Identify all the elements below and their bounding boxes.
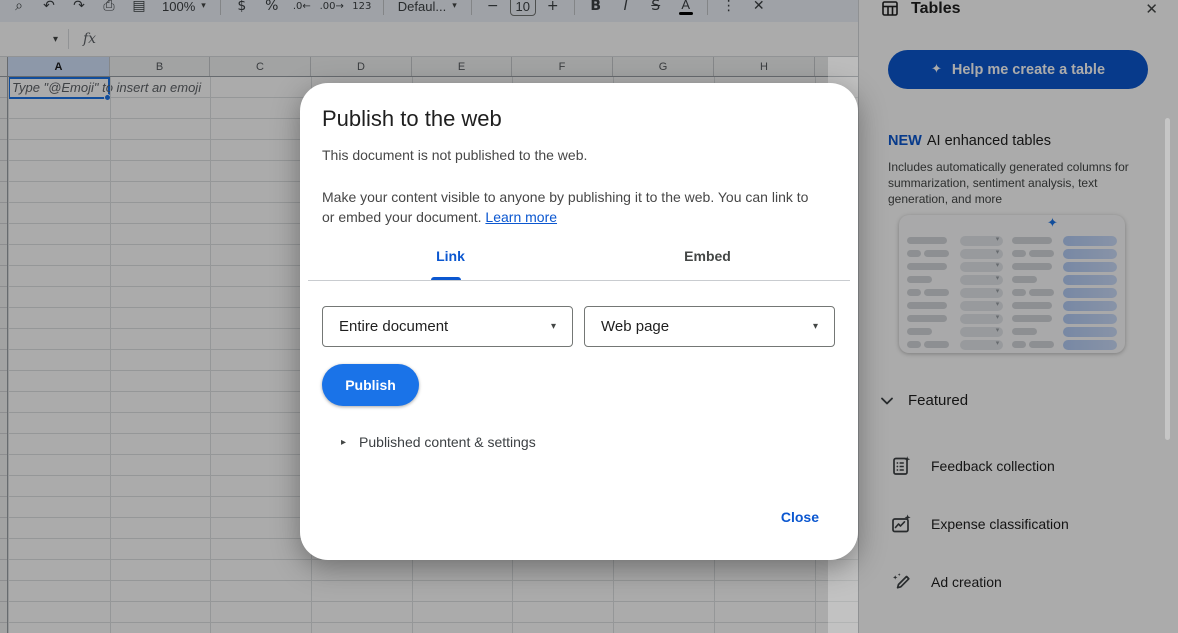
published-content-settings-disclosure[interactable]: ▸ Published content & settings bbox=[341, 434, 536, 450]
description-text: Make your content visible to anyone by p… bbox=[322, 189, 808, 225]
disclosure-label: Published content & settings bbox=[359, 434, 536, 450]
dialog-close-button[interactable]: Close bbox=[781, 509, 819, 525]
publish-status-text: This document is not published to the we… bbox=[322, 147, 587, 163]
sidebar-scrollbar-thumb[interactable] bbox=[1165, 118, 1170, 440]
chevron-down-icon: ▾ bbox=[551, 321, 556, 332]
dialog-description: Make your content visible to anyone by p… bbox=[322, 187, 824, 227]
tab-divider bbox=[308, 280, 850, 281]
disclosure-arrow-icon: ▸ bbox=[341, 437, 346, 448]
tab-link[interactable]: Link bbox=[322, 241, 579, 271]
learn-more-link[interactable]: Learn more bbox=[485, 209, 557, 225]
format-select-value: Web page bbox=[601, 318, 669, 335]
dialog-tabs: Link Embed bbox=[322, 241, 836, 271]
publish-button[interactable]: Publish bbox=[322, 364, 419, 406]
scope-select-value: Entire document bbox=[339, 318, 448, 335]
tab-embed[interactable]: Embed bbox=[579, 241, 836, 271]
publish-format-select[interactable]: Web page ▾ bbox=[584, 306, 835, 347]
chevron-down-icon: ▾ bbox=[813, 321, 818, 332]
publish-to-web-dialog: Publish to the web This document is not … bbox=[300, 83, 858, 560]
dialog-title: Publish to the web bbox=[322, 106, 502, 132]
app-window: ⌕↶↷⎙▤100%▾$%.0←.00→123Defaul...▾−10+BISA… bbox=[0, 0, 1178, 633]
publish-scope-select[interactable]: Entire document ▾ bbox=[322, 306, 573, 347]
